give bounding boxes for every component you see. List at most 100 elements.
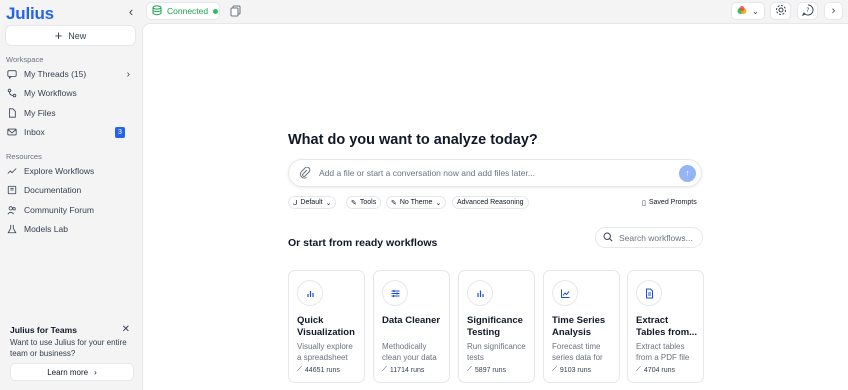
expand-panel-button[interactable]: › [824, 2, 843, 20]
inbox-count-badge: 3 [115, 126, 125, 138]
resources-section-label: Resources [6, 152, 42, 161]
paperclip-icon[interactable] [299, 166, 311, 179]
document-icon [636, 280, 662, 306]
runs-count: 9103 runs [559, 366, 592, 374]
chat-input-box[interactable]: Add a file or start a conversation now a… [288, 159, 702, 187]
app-logo[interactable]: Julius [6, 4, 54, 24]
card-description: Forecast time series data for [552, 342, 603, 362]
search-icon [603, 231, 613, 244]
sidebar-item-community-forum[interactable]: Community Forum [6, 202, 130, 218]
card-title: Significance Testing [467, 315, 523, 338]
runs-count: 5897 runs [474, 366, 507, 374]
page-title: What do you want to analyze today? [288, 132, 538, 148]
sidebar-item-inbox[interactable]: Inbox 3 [6, 124, 130, 140]
send-button[interactable]: ↑ [679, 164, 696, 182]
model-default-pill[interactable]: ᒍ Default ⌄ [288, 196, 337, 209]
pill-label: Default [300, 199, 323, 206]
bar-chart-icon [467, 280, 493, 306]
trend-icon [6, 165, 18, 177]
chevron-down-icon: ⌄ [435, 199, 442, 207]
sidebar-item-my-threads[interactable]: My Threads (15) › [6, 66, 130, 82]
search-workflows-input[interactable]: Search workflows... [595, 227, 703, 248]
model-selector-button[interactable]: ⌄ [731, 2, 765, 20]
runs-count: 11714 runs [389, 366, 425, 374]
sidebar-item-label: Community Forum [24, 205, 94, 215]
runs-count: 44651 runs [304, 366, 340, 374]
sidebar-item-explore-workflows[interactable]: Explore Workflows [6, 163, 130, 179]
learn-more-label: Learn more [47, 367, 89, 377]
sidebar-item-label: My Workflows [24, 88, 77, 98]
card-description: Run significance tests [467, 342, 526, 362]
search-placeholder: Search workflows... [619, 232, 693, 243]
sidebar-item-label: Documentation [24, 185, 82, 195]
card-description: Visually explore a spreadsheet [297, 342, 353, 362]
run-icon: ⟋ [467, 366, 472, 373]
sidebar-item-my-files[interactable]: My Files [6, 105, 130, 121]
new-thread-button[interactable]: + New [5, 25, 136, 46]
workspace-section-label: Workspace [6, 55, 44, 64]
database-icon [152, 4, 162, 18]
workflow-card-significance-testing[interactable]: Significance Testing Run significance te… [458, 270, 535, 383]
card-description: Extract tables from a PDF file [636, 342, 690, 362]
card-title: Time Series Analysis [552, 315, 606, 338]
file-icon [6, 107, 18, 119]
settings-button[interactable] [770, 2, 791, 20]
status-dot [213, 8, 219, 14]
help-chat-icon: ? [801, 4, 814, 19]
wrench-icon: ✎ [351, 199, 357, 207]
main-panel: What do you want to analyze today? Add a… [142, 23, 848, 390]
collapse-sidebar-icon[interactable]: ‹ [124, 5, 138, 19]
card-title: Extract Tables from... [636, 315, 698, 338]
line-chart-icon [552, 280, 578, 306]
advanced-reasoning-pill[interactable]: Advanced Reasoning [452, 196, 529, 209]
sidebar-item-label: Models Lab [24, 224, 68, 234]
flask-icon [6, 223, 18, 235]
card-runs: ⟋ 9103 runs [552, 366, 591, 374]
run-icon: ⟋ [297, 366, 302, 373]
plus-icon: + [54, 27, 63, 43]
sidebar-item-my-workflows[interactable]: My Workflows [6, 85, 130, 101]
pill-label: Advanced Reasoning [457, 199, 524, 206]
chevron-down-icon: ⌄ [325, 199, 332, 207]
workflow-card-extract-tables[interactable]: Extract Tables from... Extract tables fr… [627, 270, 704, 383]
tools-pill[interactable]: ✎ Tools [346, 196, 382, 209]
sidebar: Julius ‹ + New Workspace My Threads (15)… [0, 0, 142, 390]
pill-label: No Theme [399, 199, 433, 206]
learn-more-button[interactable]: Learn more › [10, 363, 134, 381]
sidebar-item-models-lab[interactable]: Models Lab [6, 221, 130, 237]
saved-prompts-button[interactable]: ▯ Saved Prompts [638, 196, 701, 209]
feedback-button[interactable]: ? [797, 2, 818, 20]
users-icon [6, 204, 18, 216]
new-thread-label: New [68, 30, 87, 41]
card-runs: ⟋ 44651 runs [297, 366, 340, 374]
run-icon: ⟋ [382, 366, 387, 373]
theme-pill[interactable]: ✎ No Theme ⌄ [386, 196, 447, 209]
workflow-card-data-cleaner[interactable]: Data Cleaner Methodically clean your dat… [373, 270, 450, 383]
chevron-down-icon: ⌄ [752, 6, 759, 16]
run-icon: ⟋ [552, 366, 557, 373]
teams-promo-description: Want to use Julius for your entire team … [10, 338, 127, 358]
arrow-up-icon: ↑ [685, 168, 690, 178]
card-description: Methodically clean your data [382, 342, 437, 362]
model-logo-icon [737, 4, 747, 18]
run-icon: ⟋ [636, 366, 641, 373]
card-runs: ⟋ 4704 runs [636, 366, 675, 374]
chevron-right-icon: › [831, 5, 836, 17]
copy-icon[interactable] [226, 2, 244, 20]
pill-label: Tools [359, 199, 377, 206]
bookmark-icon: ▯ [642, 199, 646, 207]
chat-icon [6, 68, 18, 80]
sidebar-item-label: Explore Workflows [24, 166, 95, 176]
chevron-right-icon[interactable]: › [127, 69, 130, 80]
workflows-heading: Or start from ready workflows [288, 237, 438, 249]
connection-status-button[interactable]: Connected [146, 2, 220, 20]
sliders-icon [382, 280, 408, 306]
card-runs: ⟋ 11714 runs [382, 366, 424, 374]
sidebar-item-documentation[interactable]: Documentation [6, 182, 130, 198]
workflow-card-quick-visualization[interactable]: Quick Visualization Visually explore a s… [288, 270, 365, 383]
julius-icon: ᒍ [293, 199, 298, 207]
sidebar-item-label: Inbox [24, 127, 45, 137]
workflow-card-time-series-analysis[interactable]: Time Series Analysis Forecast time serie… [543, 270, 620, 383]
runs-count: 4704 runs [643, 366, 676, 374]
close-icon[interactable]: ✕ [122, 324, 130, 335]
